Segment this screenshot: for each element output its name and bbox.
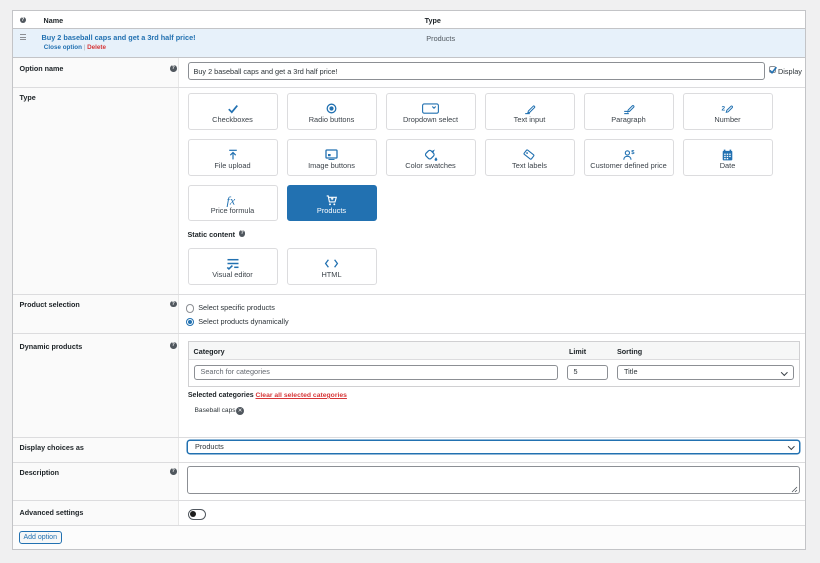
svg-text:$: $ [631, 149, 635, 155]
svg-text:fx: fx [227, 194, 236, 207]
svg-text:2: 2 [722, 105, 726, 112]
